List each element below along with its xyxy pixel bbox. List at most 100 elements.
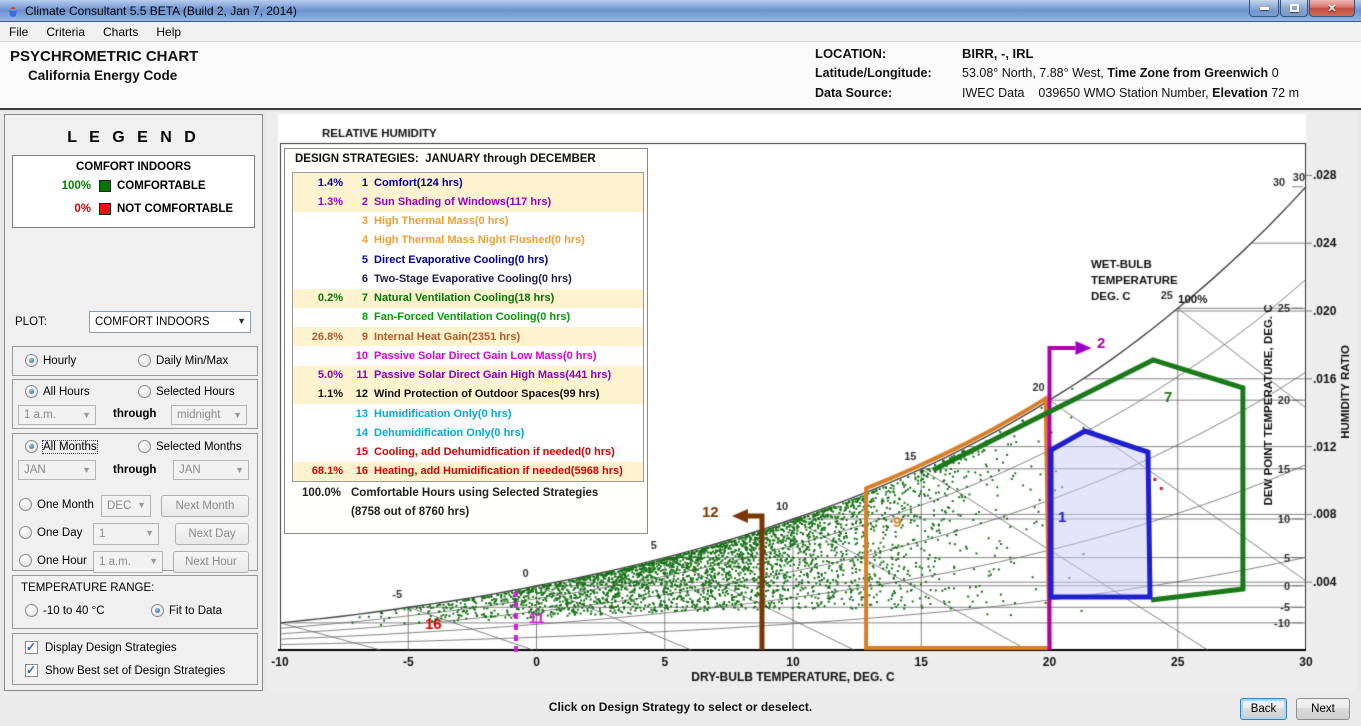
menu-help[interactable]: Help [147, 23, 190, 41]
not-comfortable-label: NOT COMFORTABLE [117, 203, 233, 215]
one-hour-select[interactable]: 1 a.m.▼ [93, 551, 163, 573]
strategy-row[interactable]: 26.8%9Internal Heat Gain(2351 hrs) [293, 327, 643, 346]
comfortable-pct: 100% [13, 180, 91, 192]
header: PSYCHROMETRIC CHART California Energy Co… [0, 42, 1361, 110]
footer-hint: Click on Design Strategy to select or de… [0, 700, 1361, 714]
menu-criteria[interactable]: Criteria [37, 23, 94, 41]
display-options-group: Display Design Strategies Show Best set … [12, 633, 258, 685]
menubar: File Criteria Charts Help [0, 22, 1361, 42]
comfort-box-title: COMFORT INDOORS [13, 161, 254, 173]
strategy-row[interactable]: 4High Thermal Mass Night Flushed(0 hrs) [293, 231, 643, 250]
temp-range-fit-label: Fit to Data [169, 605, 222, 617]
page-subtitle: California Energy Code [28, 68, 177, 83]
display-strategies-checkbox[interactable] [25, 641, 38, 654]
all-months-label: All Months [43, 441, 97, 453]
chevron-down-icon: ▼ [145, 528, 154, 538]
strategy-row[interactable]: 68.1%16Heating, add Humidification if ne… [293, 462, 643, 481]
strategy-row[interactable]: 0.2%7Natural Ventilation Cooling(18 hrs) [293, 289, 643, 308]
temp-range-fit-radio[interactable] [151, 604, 164, 617]
java-icon [6, 4, 20, 18]
best-strategies-checkbox[interactable] [25, 664, 38, 677]
through-label: through [113, 464, 156, 476]
back-button[interactable]: Back [1240, 698, 1287, 720]
comfortable-label: COMFORTABLE [117, 180, 206, 192]
month-from-select[interactable]: JAN▼ [18, 460, 96, 480]
strategy-row[interactable]: 1.4%1Comfort(124 hrs) [293, 173, 643, 192]
strategy-row[interactable]: 5Direct Evaporative Cooling(0 hrs) [293, 250, 643, 269]
hours-group: All Hours Selected Hours 1 a.m.▼ through… [12, 379, 258, 429]
latlong-value: 53.08° North, 7.88° West, Time Zone from… [962, 66, 1279, 80]
page-title: PSYCHROMETRIC CHART [10, 48, 198, 65]
one-hour-label: One Hour [37, 555, 87, 567]
menu-charts[interactable]: Charts [94, 23, 147, 41]
daily-minmax-label: Daily Min/Max [156, 355, 228, 367]
daily-minmax-radio[interactable] [138, 354, 151, 367]
strategy-row[interactable]: 13Humidification Only(0 hrs) [293, 404, 643, 423]
one-month-label: One Month [37, 499, 94, 511]
temp-range-fixed-label: -10 to 40 °C [43, 605, 105, 617]
comfort-legend-box: COMFORT INDOORS 100% COMFORTABLE 0% NOT … [12, 155, 255, 228]
next-hour-button[interactable]: Next Hour [173, 551, 249, 573]
not-comfortable-swatch [99, 203, 111, 215]
titlebar[interactable]: Climate Consultant 5.5 BETA (Build 2, Ja… [0, 0, 1361, 22]
hourly-radio[interactable] [25, 354, 38, 367]
strategy-row[interactable]: 6Two-Stage Evaporative Cooling(0 hrs) [293, 269, 643, 288]
chevron-down-icon: ▼ [235, 465, 244, 475]
chevron-down-icon: ▼ [233, 410, 242, 420]
source-label: Data Source: [815, 86, 892, 100]
chevron-down-icon: ▼ [82, 465, 91, 475]
chevron-down-icon: ▼ [82, 410, 91, 420]
close-icon: ✕ [1327, 2, 1336, 15]
strategies-summary-sub: (8758 out of 8760 hrs) [351, 506, 469, 518]
strategy-row[interactable]: 5.0%11Passive Solar Direct Gain High Mas… [293, 366, 643, 385]
temp-range-fixed-radio[interactable] [25, 604, 38, 617]
one-month-radio[interactable] [19, 498, 32, 511]
latlong-label: Latitude/Longitude: [815, 66, 932, 80]
maximize-button[interactable] [1280, 0, 1308, 17]
next-button[interactable]: Next [1296, 698, 1350, 720]
location-label: LOCATION: [815, 46, 886, 61]
next-day-button[interactable]: Next Day [175, 523, 249, 545]
plot-label: PLOT: [15, 316, 47, 328]
design-strategies-box: DESIGN STRATEGIES: JANUARY through DECEM… [284, 148, 648, 534]
temp-range-group: TEMPERATURE RANGE: -10 to 40 °C Fit to D… [12, 575, 258, 629]
chevron-down-icon: ▼ [137, 500, 146, 510]
close-button[interactable]: ✕ [1309, 0, 1355, 17]
location-value: BIRR, -, IRL [962, 46, 1034, 61]
legend-title: L E G E N D [5, 129, 262, 147]
months-group: All Months Selected Months JAN▼ through … [12, 433, 258, 571]
one-hour-radio[interactable] [19, 554, 32, 567]
minimize-button[interactable] [1249, 0, 1279, 17]
footer: Click on Design Strategy to select or de… [0, 692, 1361, 726]
one-month-select[interactable]: DEC▼ [101, 495, 151, 517]
plot-select[interactable]: COMFORT INDOORS▼ [89, 311, 251, 333]
all-hours-label: All Hours [43, 386, 90, 398]
strategy-row[interactable]: 1.1%12Wind Protection of Outdoor Spaces(… [293, 385, 643, 404]
selected-hours-label: Selected Hours [156, 386, 235, 398]
all-hours-radio[interactable] [25, 385, 38, 398]
strategy-row[interactable]: 8Fan-Forced Ventilation Cooling(0 hrs) [293, 308, 643, 327]
not-comfortable-pct: 0% [13, 203, 91, 215]
hour-to-select[interactable]: midnight▼ [171, 405, 247, 425]
strategy-row[interactable]: 15Cooling, add Dehumidfication if needed… [293, 443, 643, 462]
strategy-row[interactable]: 14Dehumidification Only(0 hrs) [293, 423, 643, 442]
maximize-icon [1290, 4, 1299, 12]
chevron-down-icon: ▼ [237, 316, 246, 326]
hour-from-select[interactable]: 1 a.m.▼ [18, 405, 96, 425]
all-months-radio[interactable] [25, 440, 38, 453]
menu-file[interactable]: File [0, 23, 37, 41]
best-strategies-label: Show Best set of Design Strategies [45, 665, 225, 677]
strategy-row[interactable]: 10Passive Solar Direct Gain Low Mass(0 h… [293, 346, 643, 365]
next-month-button[interactable]: Next Month [161, 495, 249, 517]
strategy-row[interactable]: 1.3%2Sun Shading of Windows(117 hrs) [293, 192, 643, 211]
selected-months-radio[interactable] [138, 440, 151, 453]
month-to-select[interactable]: JAN▼ [173, 460, 249, 480]
strategy-row[interactable]: 3High Thermal Mass(0 hrs) [293, 212, 643, 231]
one-day-radio[interactable] [19, 526, 32, 539]
selected-hours-radio[interactable] [138, 385, 151, 398]
source-value: IWEC Data 039650 WMO Station Number, Ele… [962, 86, 1299, 100]
comfortable-swatch [99, 180, 111, 192]
temp-range-title: TEMPERATURE RANGE: [21, 582, 154, 594]
hourly-group: Hourly Daily Min/Max [12, 346, 258, 376]
one-day-select[interactable]: 1▼ [93, 523, 159, 545]
